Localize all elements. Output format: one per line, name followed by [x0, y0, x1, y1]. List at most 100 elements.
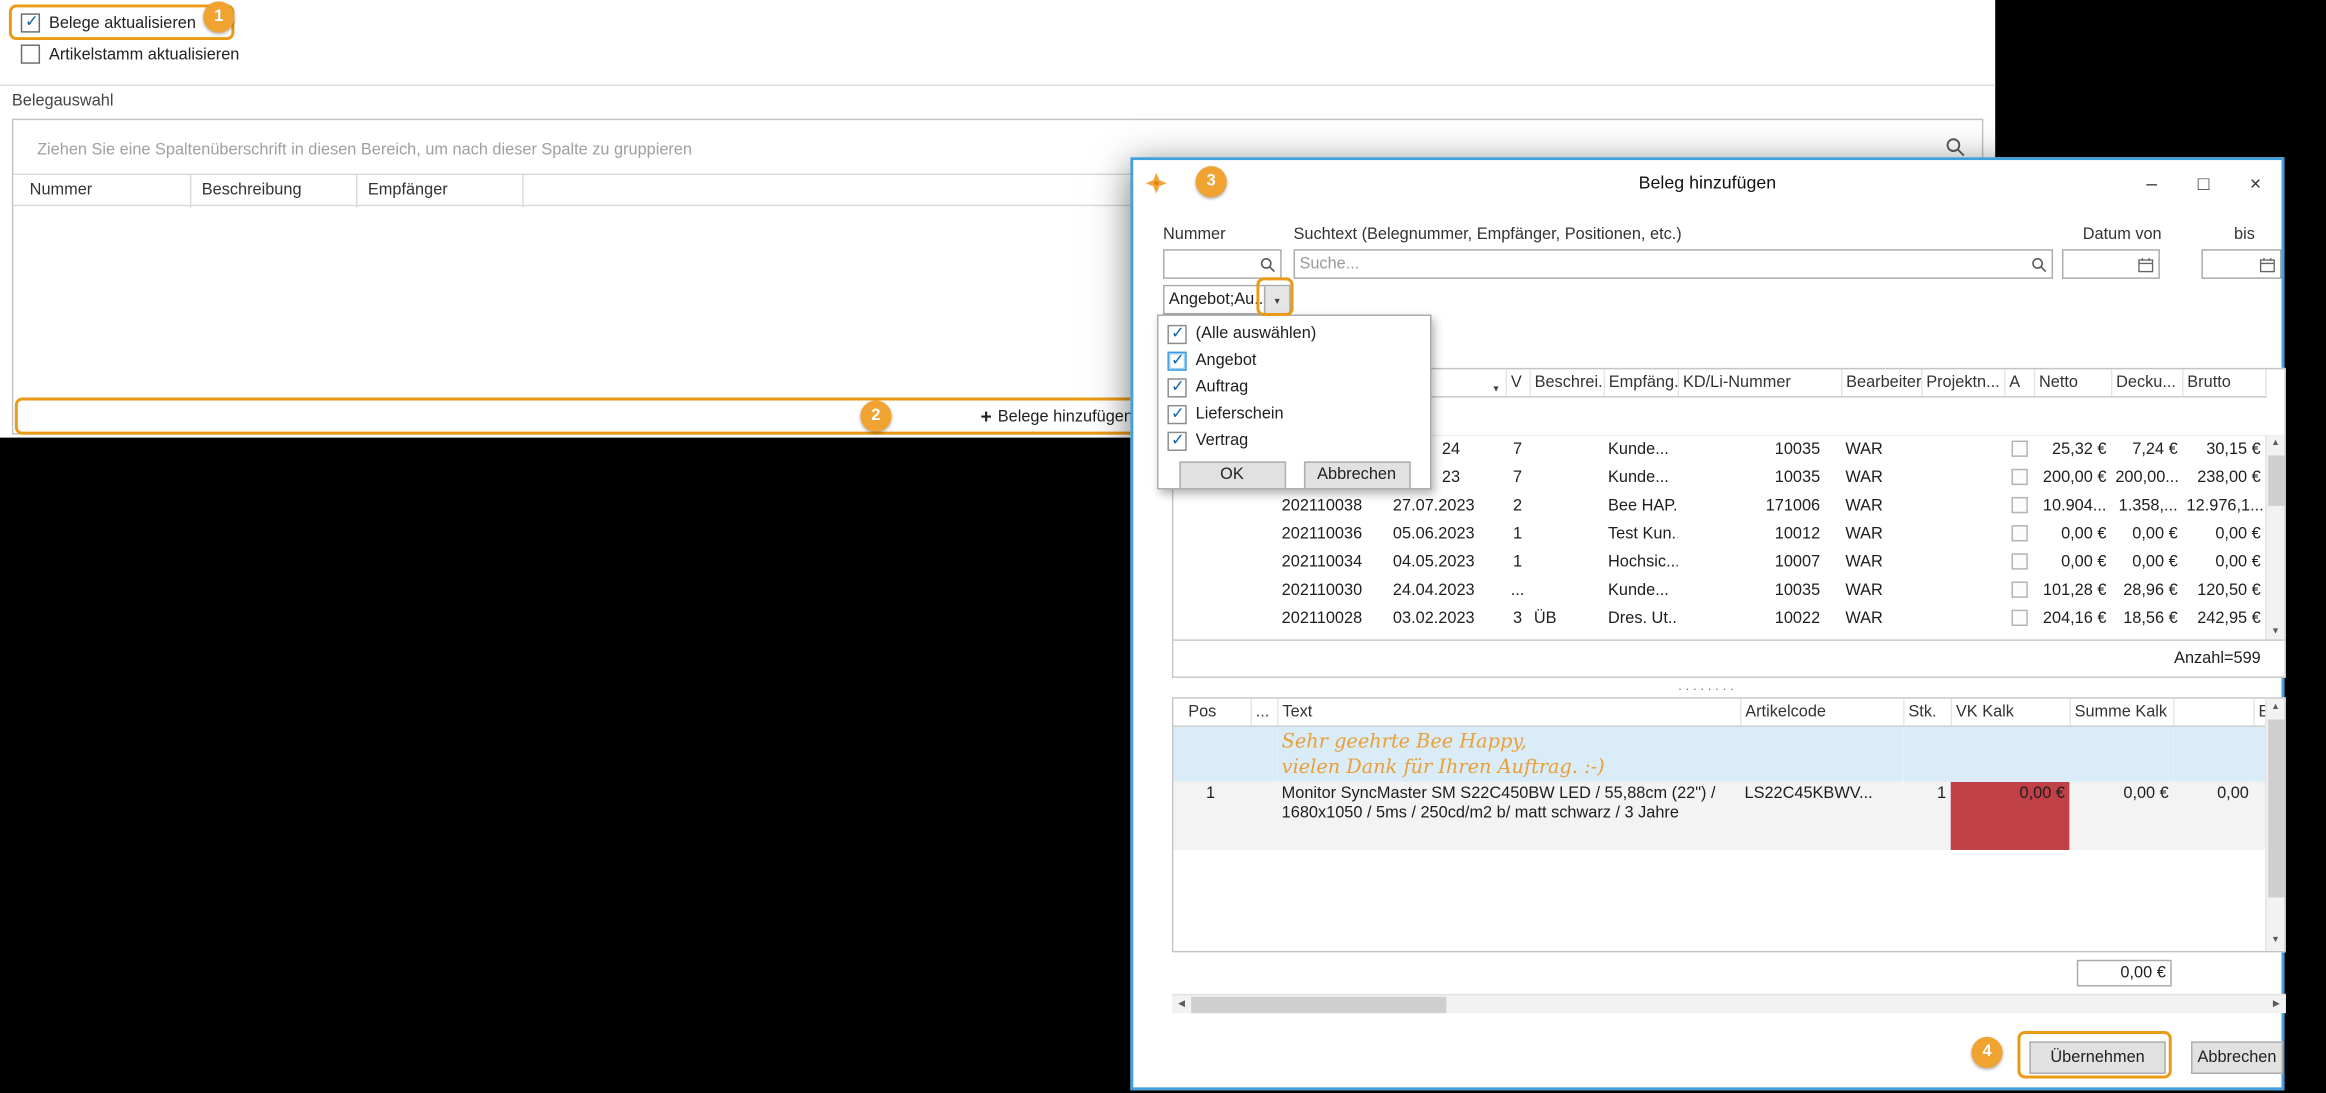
ok-button[interactable]: OK — [1179, 461, 1286, 489]
splitter-handle-icon[interactable] — [1133, 681, 2281, 696]
checkbox-checked-icon[interactable] — [1167, 378, 1186, 397]
column-header-text[interactable]: Text — [1277, 699, 1740, 726]
search-icon[interactable] — [2026, 256, 2051, 272]
type-option-label: Auftrag — [1196, 378, 1249, 396]
row-checkbox[interactable] — [2011, 441, 2027, 457]
dialog-titlebar[interactable]: Beleg hinzufügen – □ × — [1133, 160, 2281, 206]
group-by-hint: Ziehen Sie eine Spaltenüberschrift in di… — [37, 141, 1922, 159]
close-button[interactable]: × — [2230, 160, 2282, 206]
column-header-empfaenger[interactable]: Empfänger — [358, 175, 524, 208]
row-checkbox[interactable] — [2011, 610, 2027, 626]
row-checkbox[interactable] — [2011, 553, 2027, 569]
cell: 2 — [1506, 491, 1530, 519]
dialog-title: Beleg hinzufügen — [1133, 160, 2281, 206]
column-header-stk[interactable]: Stk. — [1903, 699, 1950, 726]
cell: 204,16 € — [2034, 604, 2111, 632]
column-header-dots[interactable]: ... — [1251, 699, 1278, 726]
type-option-alle-auswaehlen[interactable]: (Alle auswählen) — [1159, 320, 1430, 347]
scroll-right-icon[interactable] — [2267, 995, 2286, 1013]
table-row[interactable]: 202110036 05.06.2023 1 Test Kun... 10012… — [1173, 519, 2265, 547]
table-row[interactable]: 202110028 03.02.2023 3 ÜB Dres. Ut... 10… — [1173, 604, 2265, 632]
scroll-up-icon[interactable] — [2267, 435, 2285, 454]
table-row[interactable]: 202110030 24.04.2023 ... Kunde... 10035 … — [1173, 576, 2265, 604]
cell: 242,95 € — [2182, 604, 2265, 632]
maximize-button[interactable]: □ — [2178, 160, 2230, 206]
abbrechen-button[interactable]: Abbrechen — [2191, 1041, 2283, 1074]
calendar-icon[interactable] — [2133, 256, 2158, 272]
column-header-artikelcode[interactable]: Artikelcode — [1740, 699, 1903, 726]
column-header-brutto[interactable]: Brutto — [2182, 369, 2265, 396]
column-header-projektnummer[interactable]: Projektn... — [1921, 369, 2004, 396]
nummer-field[interactable] — [1163, 249, 1282, 279]
vertical-scrollbar[interactable] — [2265, 699, 2284, 951]
checkbox-checked-icon[interactable] — [1167, 324, 1186, 343]
horizontal-scrollbar[interactable] — [1172, 994, 2286, 1013]
scrollbar-thumb[interactable] — [2268, 455, 2284, 505]
type-option-auftrag[interactable]: Auftrag — [1159, 374, 1430, 401]
column-header-vk-kalk[interactable]: VK Kalk — [1951, 699, 2070, 726]
popup-abbrechen-button[interactable]: Abbrechen — [1303, 461, 1410, 489]
cell: 10012 — [1678, 519, 1841, 547]
checkbox-checked-icon[interactable] — [1167, 404, 1186, 423]
cell: 200,00... — [2111, 463, 2182, 491]
cell: WAR — [1841, 519, 1921, 547]
cell — [2004, 519, 2034, 547]
vertical-scrollbar[interactable] — [2265, 435, 2284, 643]
cell: 1 — [1506, 519, 1530, 547]
cell: 238,00 € — [2182, 463, 2265, 491]
minimize-button[interactable]: – — [2126, 160, 2178, 206]
checkbox-checked-icon[interactable] — [1167, 431, 1186, 450]
cell — [2173, 725, 2253, 781]
column-header-netto[interactable]: Netto — [2034, 369, 2111, 396]
table-row-note[interactable]: Sehr geehrte Bee Happy, vielen Dank für … — [1173, 725, 2268, 781]
search-input[interactable] — [1295, 255, 2026, 273]
checkbox-checked-icon[interactable] — [1167, 351, 1186, 370]
search-field[interactable] — [1294, 249, 2054, 279]
cell: 0,00 € — [2111, 547, 2182, 575]
scrollbar-thumb[interactable] — [2268, 719, 2284, 897]
column-header-a[interactable]: A — [2004, 369, 2034, 396]
table-row-position[interactable]: 1 Monitor SyncMaster SM S22C450BW LED / … — [1173, 782, 2268, 850]
calendar-icon[interactable] — [2255, 256, 2280, 272]
column-header-pos[interactable]: Pos — [1173, 699, 1250, 726]
update-articles-checkbox[interactable]: Artikelstamm aktualisieren — [21, 43, 240, 65]
row-checkbox[interactable] — [2011, 525, 2027, 541]
column-header-beschreibung[interactable]: Beschrei... — [1529, 369, 1603, 396]
cell: 1 — [1903, 782, 1950, 850]
cell — [2004, 435, 2034, 463]
grid-summary: Anzahl=599 — [1173, 639, 2284, 676]
row-checkbox[interactable] — [2011, 582, 2027, 598]
bis-label: bis — [2234, 225, 2255, 243]
column-header-beschreibung[interactable]: Beschreibung — [191, 175, 357, 208]
type-option-angebot[interactable]: Angebot — [1159, 347, 1430, 374]
filter-icon[interactable] — [1492, 378, 1501, 396]
column-header-deckung[interactable]: Decku... — [2111, 369, 2182, 396]
scroll-down-icon[interactable] — [2267, 932, 2285, 951]
cell — [1740, 725, 1903, 781]
nummer-input[interactable] — [1164, 255, 1254, 273]
date-to-input[interactable] — [2203, 255, 2255, 273]
column-header-kd-li-nummer[interactable]: KD/Li-Nummer — [1678, 369, 1841, 396]
search-icon[interactable] — [1255, 256, 1280, 272]
type-option-vertrag[interactable]: Vertrag — [1159, 427, 1430, 454]
cell — [1529, 547, 1603, 575]
cell: 202110028 — [1277, 604, 1388, 632]
cell: 202110038 — [1277, 491, 1388, 519]
date-to-field[interactable] — [2201, 249, 2281, 279]
column-header-empfaenger[interactable]: Empfäng... — [1604, 369, 1678, 396]
scroll-left-icon[interactable] — [1172, 995, 1191, 1013]
row-checkbox[interactable] — [2011, 469, 2027, 485]
row-checkbox[interactable] — [2011, 497, 2027, 513]
table-row[interactable]: 202110034 04.05.2023 1 Hochsic... 10007 … — [1173, 547, 2265, 575]
column-header-summe-kalk[interactable]: Summe Kalk — [2069, 699, 2173, 726]
date-from-input[interactable] — [2063, 255, 2133, 273]
note-line-2: vielen Dank für Ihren Auftrag. :-) — [1282, 754, 1736, 779]
type-option-lieferschein[interactable]: Lieferschein — [1159, 401, 1430, 428]
date-from-field[interactable] — [2062, 249, 2160, 279]
table-row[interactable]: 202110038 27.07.2023 2 Bee HAP... 171006… — [1173, 491, 2265, 519]
column-header-v[interactable]: V — [1506, 369, 1530, 396]
scrollbar-thumb[interactable] — [1191, 997, 1446, 1013]
column-header-nummer[interactable]: Nummer — [19, 175, 191, 208]
column-header-bearbeiter[interactable]: Bearbeiter — [1841, 369, 1921, 396]
scroll-up-icon[interactable] — [2267, 699, 2285, 718]
